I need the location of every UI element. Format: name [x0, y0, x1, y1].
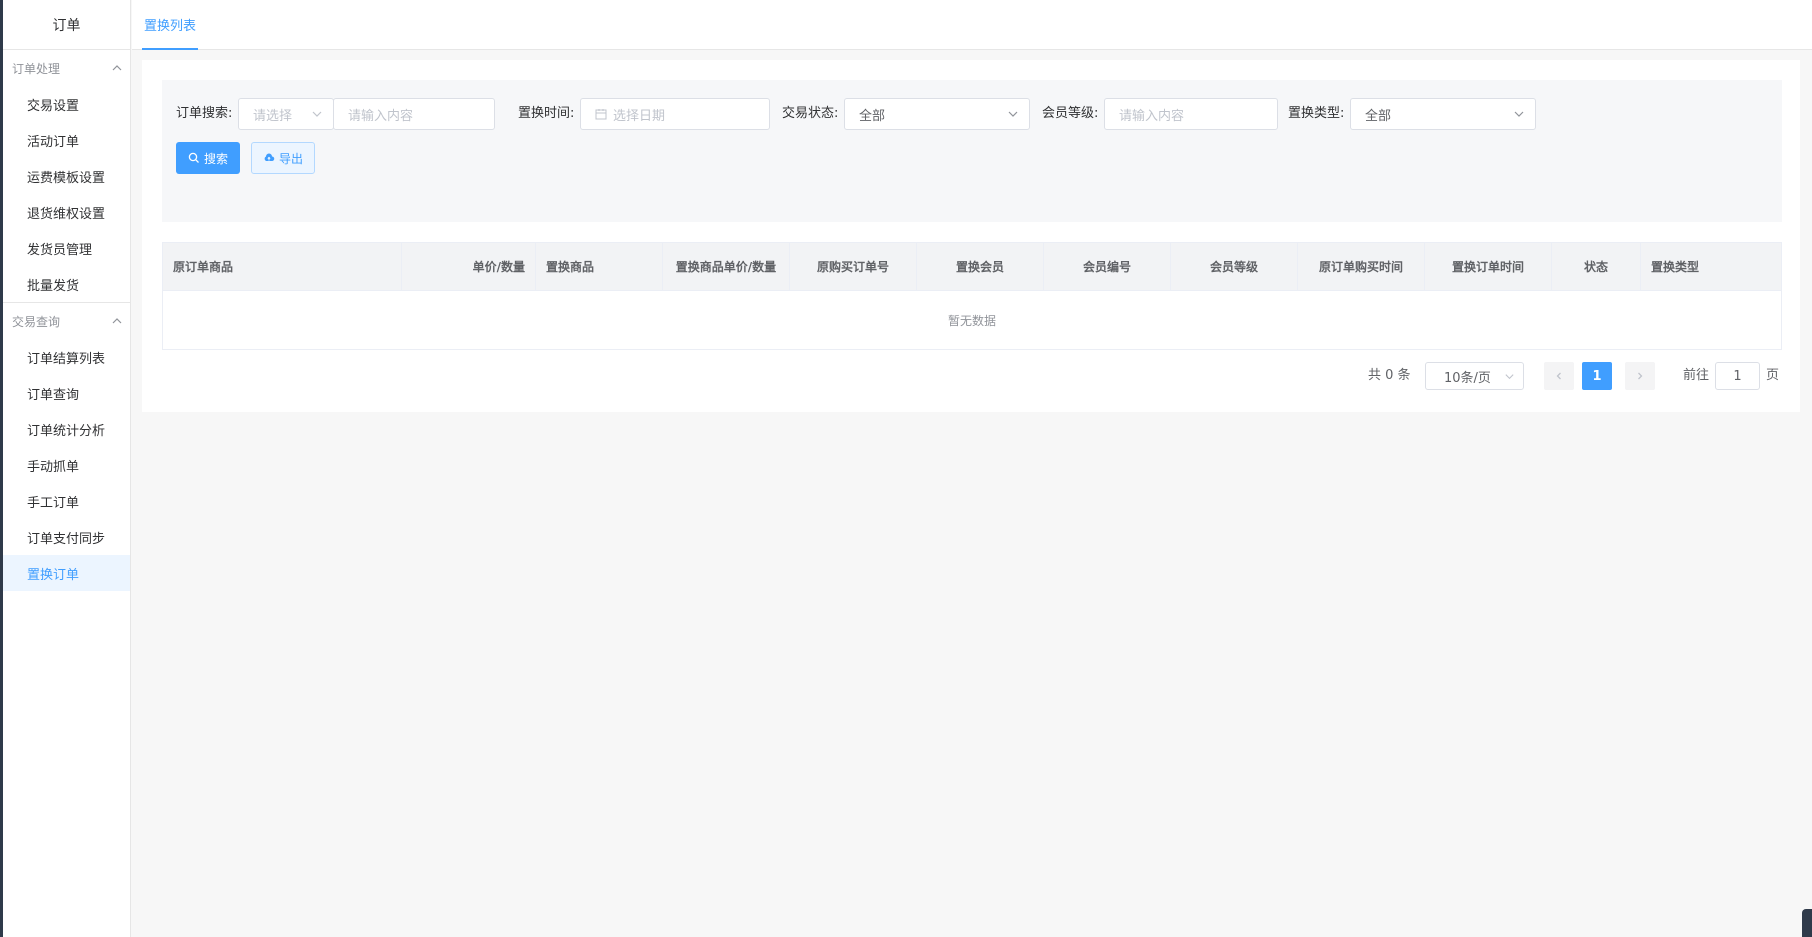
filter-panel: 订单搜索: 请选择 请输入内容 置换时间: 选择日期 交易状态: 全部 会员等级…	[162, 80, 1782, 222]
search-button-label: 搜索	[203, 151, 228, 166]
input-placeholder: 请输入内容	[1119, 108, 1185, 124]
sidebar-item-manual-order[interactable]: 手工订单	[3, 483, 130, 519]
sidebar-item-swap-orders[interactable]: 置换订单	[3, 555, 130, 591]
menu-group-label: 交易查询	[12, 314, 61, 329]
search-button[interactable]: 搜索	[176, 142, 240, 174]
column-header: 原订单商品	[163, 243, 402, 290]
chevron-down-icon	[1514, 111, 1524, 117]
page-size-select[interactable]: 10条/页	[1425, 362, 1524, 390]
page-number-current[interactable]: 1	[1582, 362, 1612, 390]
trade-status-select[interactable]: 全部	[844, 98, 1030, 130]
order-search-type-select[interactable]: 请选择	[238, 98, 334, 130]
sidebar-item-order-query[interactable]: 订单查询	[3, 375, 130, 411]
table-empty-text: 暂无数据	[947, 313, 996, 328]
input-placeholder: 请输入内容	[348, 108, 414, 124]
column-header: 单价/数量	[402, 243, 536, 290]
sidebar-item-shipping-template[interactable]: 运费模板设置	[3, 158, 130, 194]
export-button[interactable]: 导出	[251, 142, 315, 174]
swap-type-label: 置换类型:	[1288, 106, 1345, 121]
goto-page-input[interactable]: 1	[1715, 362, 1760, 390]
column-header: 置换订单时间	[1425, 243, 1552, 290]
goto-suffix: 页	[1766, 368, 1780, 383]
menu-group-order-processing[interactable]: 订单处理	[3, 50, 130, 86]
sidebar-item-shipper-management[interactable]: 发货员管理	[3, 230, 130, 266]
pagination-total: 共 0 条	[1368, 368, 1411, 383]
page-size-value: 10条/页	[1444, 370, 1491, 386]
goto-prefix: 前往	[1683, 368, 1710, 383]
table-header-row: 原订单商品 单价/数量 置换商品 置换商品单价/数量 原购买订单号 置换会员 会…	[163, 243, 1781, 291]
chevron-left-icon	[1556, 372, 1561, 380]
top-tab-bar: 置换列表	[132, 0, 1812, 50]
trade-status-label: 交易状态:	[782, 106, 839, 121]
select-value: 全部	[1365, 108, 1392, 124]
menu-group-label: 订单处理	[12, 61, 61, 76]
column-header: 置换会员	[917, 243, 1044, 290]
sidebar-item-payment-sync[interactable]: 订单支付同步	[3, 519, 130, 555]
chevron-down-icon	[312, 111, 322, 117]
column-header: 置换商品单价/数量	[663, 243, 790, 290]
chevron-down-icon	[1008, 111, 1018, 117]
sidebar: 订单 订单处理 交易设置 活动订单 运费模板设置 退货维权设置 发货员管理 批量…	[3, 0, 131, 937]
column-header: 状态	[1552, 243, 1641, 290]
swap-time-label: 置换时间:	[518, 106, 575, 121]
column-header: 置换商品	[536, 243, 663, 290]
chevron-right-icon	[1638, 372, 1643, 380]
column-header: 置换类型	[1651, 260, 1700, 274]
export-button-label: 导出	[278, 151, 303, 166]
main-card: 订单搜索: 请选择 请输入内容 置换时间: 选择日期 交易状态: 全部 会员等级…	[142, 60, 1800, 412]
swap-type-select[interactable]: 全部	[1350, 98, 1536, 130]
chevron-up-icon	[110, 314, 124, 328]
column-header: 会员等级	[1171, 243, 1298, 290]
column-header: 会员编号	[1044, 243, 1171, 290]
sidebar-item-trade-settings[interactable]: 交易设置	[3, 86, 130, 122]
corner-widget	[1802, 909, 1812, 937]
sidebar-item-activity-orders[interactable]: 活动订单	[3, 122, 130, 158]
chevron-up-icon	[110, 61, 124, 75]
sidebar-item-settlement-list[interactable]: 订单结算列表	[3, 339, 130, 375]
tab-swap-list[interactable]: 置换列表	[142, 0, 199, 50]
select-value: 全部	[859, 108, 886, 124]
next-page-button[interactable]	[1625, 362, 1655, 390]
order-search-input[interactable]: 请输入内容	[333, 98, 495, 130]
menu-group-trade-query[interactable]: 交易查询	[3, 303, 130, 339]
date-placeholder: 选择日期	[613, 108, 666, 124]
calendar-icon	[595, 109, 607, 120]
column-header: 原订单购买时间	[1298, 243, 1425, 290]
select-placeholder: 请选择	[253, 108, 293, 124]
prev-page-button[interactable]	[1544, 362, 1574, 390]
sidebar-item-order-statistics[interactable]: 订单统计分析	[3, 411, 130, 447]
swap-orders-table: 原订单商品 单价/数量 置换商品 置换商品单价/数量 原购买订单号 置换会员 会…	[162, 242, 1782, 350]
chevron-down-icon	[1505, 374, 1514, 380]
sidebar-item-batch-shipping[interactable]: 批量发货	[3, 266, 130, 302]
order-search-label: 订单搜索:	[176, 106, 233, 121]
swap-date-picker[interactable]: 选择日期	[580, 98, 770, 130]
sidebar-item-manual-fetch[interactable]: 手动抓单	[3, 447, 130, 483]
sidebar-item-return-settings[interactable]: 退货维权设置	[3, 194, 130, 230]
sidebar-title: 订单	[3, 0, 130, 50]
member-level-input[interactable]: 请输入内容	[1104, 98, 1278, 130]
member-level-label: 会员等级:	[1042, 106, 1099, 121]
column-header: 原购买订单号	[790, 243, 917, 290]
search-icon	[188, 152, 199, 163]
cloud-upload-icon	[264, 153, 275, 161]
